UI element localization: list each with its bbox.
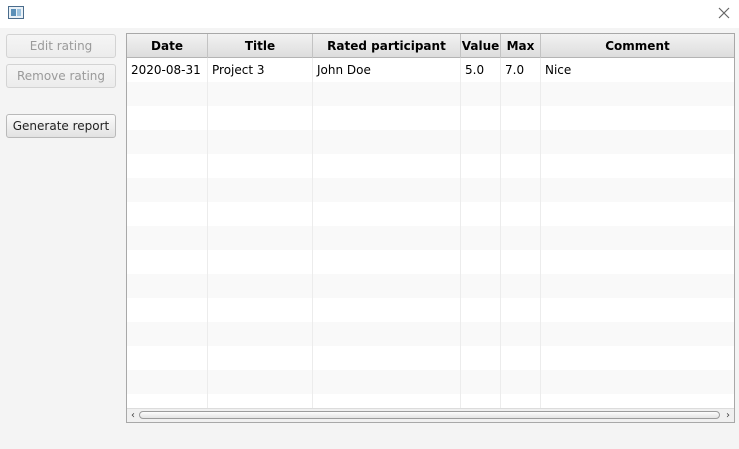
- empty-row: [127, 274, 734, 298]
- generate-report-button[interactable]: Generate report: [6, 114, 116, 138]
- empty-row: [127, 226, 734, 250]
- remove-rating-button[interactable]: Remove rating: [6, 64, 116, 88]
- empty-row: [127, 346, 734, 370]
- title-bar: [0, 0, 739, 28]
- table-row[interactable]: 2020-08-31 Project 3 John Doe 5.0 7.0 Ni…: [127, 58, 734, 82]
- empty-row: [127, 394, 734, 409]
- cell-date: 2020-08-31: [127, 58, 208, 82]
- column-header-rated-participant[interactable]: Rated participant: [313, 34, 461, 58]
- scrollbar-thumb[interactable]: [139, 411, 720, 419]
- empty-row: [127, 82, 734, 106]
- empty-row: [127, 178, 734, 202]
- empty-row: [127, 298, 734, 322]
- cell-comment: Nice: [545, 63, 572, 77]
- column-header-max[interactable]: Max: [501, 34, 541, 58]
- empty-row: [127, 250, 734, 274]
- close-icon: [718, 7, 730, 19]
- ratings-table: Date Title Rated participant Value Max C…: [126, 33, 735, 423]
- empty-row: [127, 106, 734, 130]
- column-header-comment[interactable]: Comment: [541, 34, 734, 58]
- cell-rated-participant: John Doe: [313, 58, 461, 82]
- scroll-right-icon[interactable]: ›: [722, 409, 734, 422]
- column-header-date[interactable]: Date: [127, 34, 208, 58]
- cell-value: 5.0: [461, 58, 501, 82]
- close-button[interactable]: [715, 4, 733, 22]
- empty-row: [127, 130, 734, 154]
- empty-row: [127, 202, 734, 226]
- horizontal-scrollbar[interactable]: ‹ ›: [127, 408, 734, 422]
- edit-rating-button[interactable]: Edit rating: [6, 34, 116, 58]
- table-header: Date Title Rated participant Value Max C…: [127, 34, 734, 58]
- empty-row: [127, 154, 734, 178]
- column-header-title[interactable]: Title: [208, 34, 313, 58]
- app-window-icon: [8, 6, 24, 19]
- empty-row: [127, 370, 734, 394]
- column-header-value[interactable]: Value: [461, 34, 501, 58]
- cell-title: Project 3: [208, 58, 313, 82]
- scroll-left-icon[interactable]: ‹: [127, 409, 139, 422]
- cell-max: 7.0: [501, 58, 541, 82]
- sidebar: Edit rating Remove rating Generate repor…: [0, 28, 121, 449]
- table-body: 2020-08-31 Project 3 John Doe 5.0 7.0 Ni…: [127, 58, 734, 409]
- empty-row: [127, 322, 734, 346]
